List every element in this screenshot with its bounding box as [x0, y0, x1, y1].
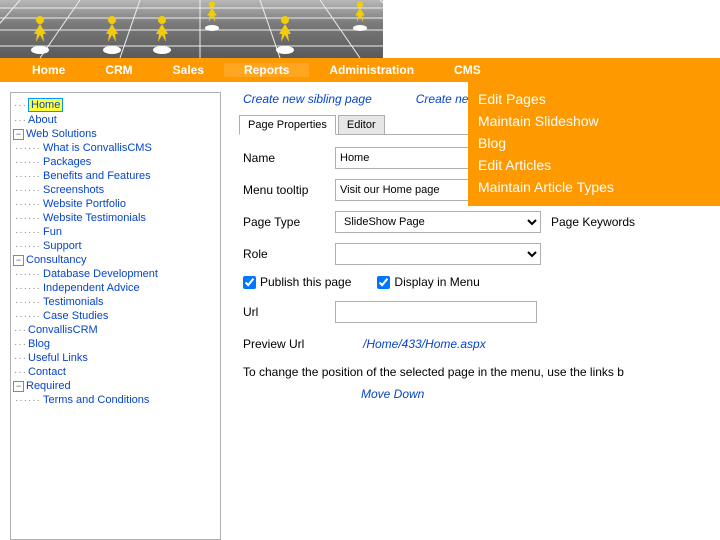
pagetype-label: Page Type [243, 215, 335, 229]
cms-dropdown: Edit Pages Maintain Slideshow Blog Edit … [468, 82, 720, 206]
nav-home[interactable]: Home [12, 63, 85, 77]
tree-home[interactable]: Home [28, 98, 63, 112]
tree-contact[interactable]: Contact [28, 366, 66, 378]
tree-testimonials[interactable]: Testimonials [43, 296, 104, 308]
tooltip-label: Menu tooltip [243, 183, 335, 197]
nav-reports[interactable]: Reports [224, 63, 309, 77]
nav-cms[interactable]: CMS [434, 63, 501, 77]
tree-what-is[interactable]: What is ConvallisCMS [43, 142, 152, 154]
dropdown-blog[interactable]: Blog [478, 132, 710, 154]
dropdown-maintain-slideshow[interactable]: Maintain Slideshow [478, 110, 710, 132]
tree-support[interactable]: Support [43, 240, 82, 252]
page-keywords-label: Page Keywords [551, 215, 669, 229]
preview-url-value: /Home/433/Home.aspx [335, 337, 486, 351]
reorder-instruction: To change the position of the selected p… [243, 365, 720, 379]
tree-independent[interactable]: Independent Advice [43, 282, 140, 294]
page-tree: ···Home ···About −Web Solutions ······Wh… [10, 92, 221, 540]
nav-admin[interactable]: Administration [309, 63, 434, 77]
header-banner [0, 0, 383, 58]
tree-case-studies[interactable]: Case Studies [43, 310, 108, 322]
tree-toggle-consultancy[interactable]: − [13, 255, 24, 266]
display-menu-checkbox[interactable]: Display in Menu [377, 275, 479, 289]
dropdown-edit-articles[interactable]: Edit Articles [478, 154, 710, 176]
tree-blog-item[interactable]: Blog [28, 338, 50, 350]
tree-portfolio[interactable]: Website Portfolio [43, 198, 126, 210]
tree-db-dev[interactable]: Database Development [43, 268, 158, 280]
pagetype-select[interactable]: SlideShow Page [335, 211, 541, 233]
tree-required[interactable]: Required [26, 380, 71, 392]
nav-sales[interactable]: Sales [153, 63, 224, 77]
tree-web-solutions[interactable]: Web Solutions [26, 128, 97, 140]
publish-checkbox[interactable]: Publish this page [243, 275, 351, 289]
name-label: Name [243, 151, 335, 165]
create-child-link[interactable]: Create ne [416, 92, 469, 106]
tab-editor[interactable]: Editor [338, 115, 385, 135]
dropdown-maintain-article-types[interactable]: Maintain Article Types [478, 176, 710, 198]
tree-consultancy[interactable]: Consultancy [26, 254, 87, 266]
role-select[interactable] [335, 243, 541, 265]
url-input[interactable] [335, 301, 537, 323]
tree-terms[interactable]: Terms and Conditions [43, 394, 149, 406]
tree-fun[interactable]: Fun [43, 226, 62, 238]
move-down-link[interactable]: Move Down [361, 387, 720, 401]
tree-screenshots[interactable]: Screenshots [43, 184, 104, 196]
tree-website-testimonials[interactable]: Website Testimonials [43, 212, 146, 224]
preview-url-label: Preview Url [243, 337, 335, 351]
url-label: Url [243, 305, 335, 319]
tree-toggle-web-solutions[interactable]: − [13, 129, 24, 140]
dropdown-edit-pages[interactable]: Edit Pages [478, 88, 710, 110]
tree-toggle-required[interactable]: − [13, 381, 24, 392]
role-label: Role [243, 247, 335, 261]
tree-about[interactable]: About [28, 114, 57, 126]
tree-packages[interactable]: Packages [43, 156, 91, 168]
tab-page-properties[interactable]: Page Properties [239, 115, 336, 135]
tree-benefits[interactable]: Benefits and Features [43, 170, 151, 182]
create-sibling-link[interactable]: Create new sibling page [243, 92, 372, 106]
main-navbar: Home CRM Sales Reports Administration CM… [0, 58, 720, 82]
tree-useful-links[interactable]: Useful Links [28, 352, 88, 364]
tree-convalliscrm[interactable]: ConvallisCRM [28, 324, 98, 336]
nav-crm[interactable]: CRM [85, 63, 152, 77]
